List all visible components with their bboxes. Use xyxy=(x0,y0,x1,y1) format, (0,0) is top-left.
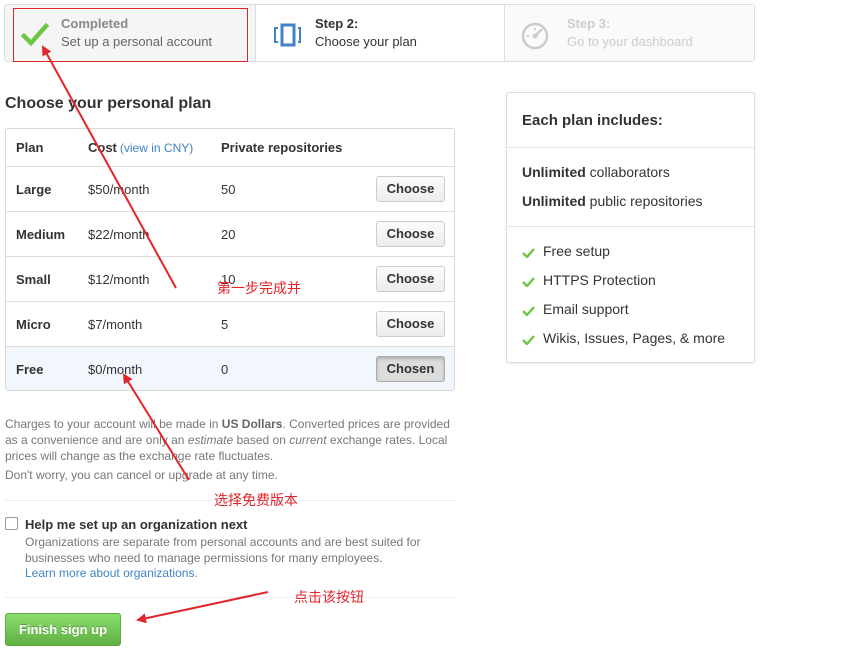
chosen-free-button[interactable]: Chosen xyxy=(376,356,445,382)
plan-repos: 5 xyxy=(221,317,229,332)
plan-cost: $12/month xyxy=(88,272,150,287)
annotation-step-complete: 第一步完成并 xyxy=(217,281,301,297)
step-2-title: Step 2: xyxy=(315,16,359,31)
plan-name: Micro xyxy=(16,317,51,332)
col-header-cost: Cost (view in CNY) xyxy=(88,140,193,155)
annotation-choose-free: 选择免费版本 xyxy=(214,493,298,509)
step-dashboard: Step 3: Go to your dashboard xyxy=(505,5,754,61)
annotation-click-button: 点击该按钮 xyxy=(294,590,364,606)
choose-medium-button[interactable]: Choose xyxy=(376,221,445,247)
plan-includes-box: Each plan includes: Unlimited collaborat… xyxy=(506,92,755,363)
col-header-plan: Plan xyxy=(16,140,44,155)
unlimited-collaborators: Unlimited collaborators xyxy=(522,164,670,180)
table-row-medium: Medium $22/month 20 Choose xyxy=(6,211,454,256)
note-emphasis: current xyxy=(289,433,327,447)
cancel-note: Don't worry, you can cancel or upgrade a… xyxy=(5,468,278,482)
org-setup-label[interactable]: Help me set up an organization next xyxy=(25,517,247,532)
note-emphasis: estimate xyxy=(187,433,234,447)
feature-item: Email support xyxy=(522,301,629,317)
unlimited-item: public repositories xyxy=(585,193,703,209)
currency-note: Charges to your account will be made in … xyxy=(5,416,455,464)
page-title: Choose your personal plan xyxy=(5,95,212,112)
note-text: Charges to your account will be made in xyxy=(5,417,222,431)
step-3-title: Step 3: xyxy=(567,16,611,31)
table-row-large: Large $50/month 50 Choose xyxy=(6,166,454,211)
choose-small-button[interactable]: Choose xyxy=(376,266,445,292)
plan-name: Small xyxy=(16,272,51,287)
unlimited-label: Unlimited xyxy=(522,164,586,180)
unlimited-item: collaborators xyxy=(585,164,670,180)
unlimited-public-repos: Unlimited public repositories xyxy=(522,193,703,209)
note-text: based on xyxy=(233,433,290,447)
feature-item: Free setup xyxy=(522,243,610,259)
choose-micro-button[interactable]: Choose xyxy=(376,311,445,337)
org-setup-description: Organizations are separate from personal… xyxy=(25,535,421,565)
plan-cost: $22/month xyxy=(88,227,150,242)
plan-table: Plan Cost (view in CNY) Private repositor… xyxy=(5,128,455,391)
table-header-row: Plan Cost (view in CNY) Private repositor… xyxy=(6,129,454,166)
feature-label: Wikis, Issues, Pages, & more xyxy=(543,330,726,346)
col-header-repos: Private repositories xyxy=(221,140,343,155)
choose-large-button[interactable]: Choose xyxy=(376,176,445,202)
table-row-micro: Micro $7/month 5 Choose xyxy=(6,301,454,346)
step-2-desc: Choose your plan xyxy=(315,34,417,49)
step-choose-plan: Step 2: Choose your plan xyxy=(256,5,505,61)
col-header-cost-label: Cost xyxy=(88,140,117,155)
finish-signup-button[interactable]: Finish sign up xyxy=(5,613,121,646)
feature-label: HTTPS Protection xyxy=(543,272,656,288)
completed-step-highlight-box xyxy=(13,8,248,62)
divider xyxy=(507,147,754,148)
unlimited-label: Unlimited xyxy=(522,193,586,209)
divider xyxy=(5,597,455,598)
plan-repos: 20 xyxy=(221,227,236,242)
feature-item: HTTPS Protection xyxy=(522,272,656,288)
view-in-cny-link[interactable]: (view in CNY) xyxy=(120,141,193,155)
plan-cost: $0/month xyxy=(88,362,143,377)
plan-icon xyxy=(274,23,301,47)
plan-name: Medium xyxy=(16,227,66,242)
plan-cost: $50/month xyxy=(88,182,150,197)
check-icon xyxy=(522,306,535,316)
feature-item: Wikis, Issues, Pages, & more xyxy=(522,330,725,346)
feature-label: Email support xyxy=(543,301,629,317)
note-currency: US Dollars xyxy=(221,417,283,431)
org-setup-checkbox[interactable] xyxy=(5,517,18,530)
check-icon xyxy=(522,335,535,345)
table-row-free: Free $0/month 0 Chosen xyxy=(6,346,454,390)
plan-cost: $7/month xyxy=(88,317,143,332)
check-icon xyxy=(522,248,535,258)
plan-repos: 0 xyxy=(221,362,229,377)
divider xyxy=(507,226,754,227)
plan-name: Large xyxy=(16,182,52,197)
plan-repos: 50 xyxy=(221,182,236,197)
step-3-desc: Go to your dashboard xyxy=(567,34,693,49)
includes-title: Each plan includes: xyxy=(522,112,663,129)
learn-more-orgs-link[interactable]: Learn more about organizations. xyxy=(25,566,198,580)
check-icon xyxy=(522,277,535,287)
feature-label: Free setup xyxy=(543,243,610,259)
plan-name: Free xyxy=(16,362,44,377)
dashboard-icon xyxy=(521,22,549,50)
